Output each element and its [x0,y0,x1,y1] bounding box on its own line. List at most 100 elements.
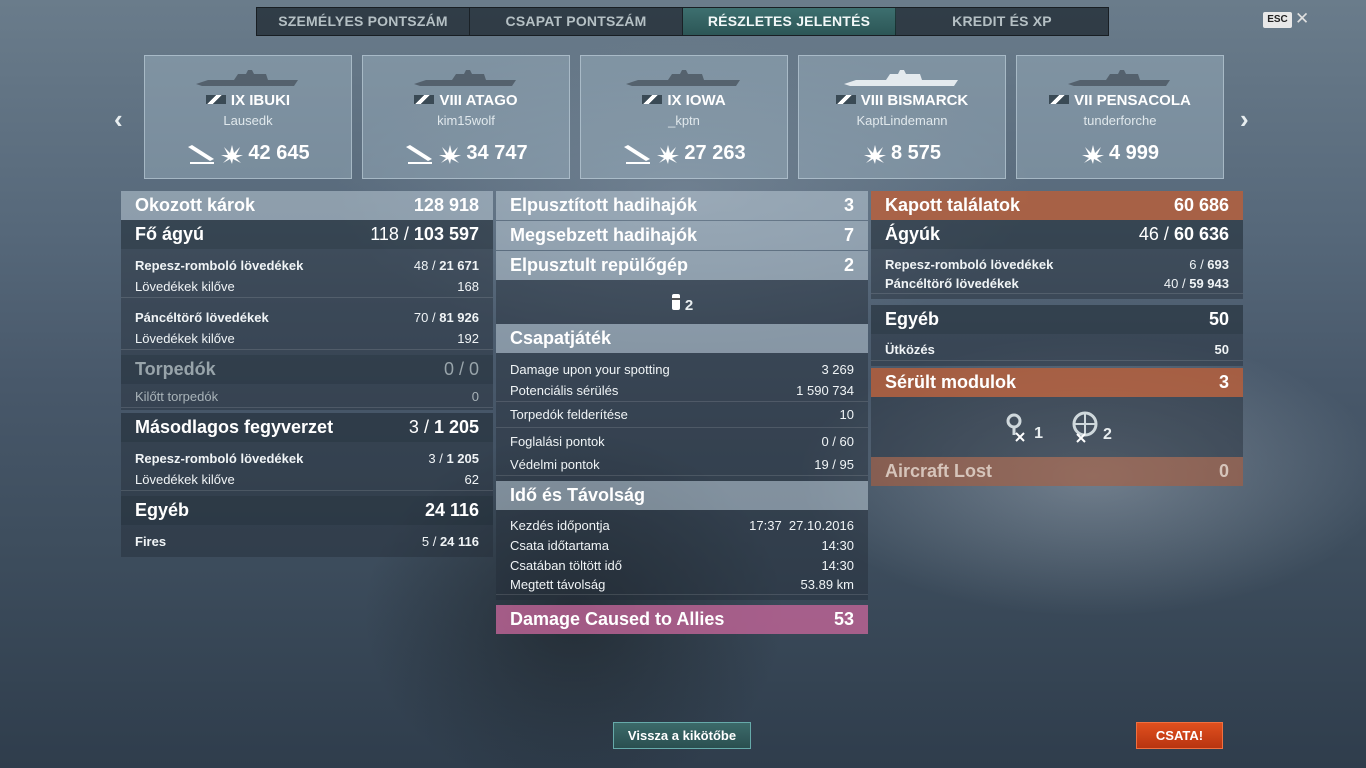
player-name: _kptn [668,113,700,128]
teamplay-header: Csapatjáték [496,324,868,353]
ship-name: VIII ATAGO [363,92,569,109]
battleship-class-icon [835,95,856,104]
tab-detailed-report[interactable]: RÉSZLETES JELENTÉS [683,8,896,35]
ship-damage: 4 999 [1017,142,1223,165]
label: Fő ágyú [135,224,205,244]
secondary-header: Másodlagos fegyverzet 3 / 1 205 [121,413,493,442]
received-panel: Kapott találatok 60 686 Ágyúk 46 / 60 636 … [871,191,1243,486]
battleship-class-icon [642,95,663,104]
planes-icon-row: 2 [496,280,868,324]
esc-key-badge[interactable]: ESC [1263,12,1292,28]
player-name: kim15wolf [437,113,495,128]
time-row: Csatában töltött idő 14:30 [510,557,854,573]
ap-fired-row: Lövedékek kilőve 192 [121,328,493,350]
ship-name: VIII BISMARCK [799,92,1005,109]
received-ap-row: Páncéltörő lövedékek 40 / 59 943 [871,274,1243,294]
torpedoes-fired-row: Kilőtt torpedók 0 [121,386,493,408]
other-breakdown: Fires 5 / 24 116 [121,525,493,557]
he-shells-row: Repesz-romboló lövedékek 48 / 21 671 [135,257,479,273]
teamplay-block: Damage upon your spotting 3 269 Potenciál… [496,353,868,481]
damage-burst-icon [1081,144,1104,164]
team-row: Damage upon your spotting 3 269 [510,361,854,377]
gun-turret-damaged-icon [1072,411,1098,443]
he-fired-row: Lövedékek kilőve 168 [121,276,493,298]
sunk-ship-icon [188,144,215,164]
tab-personal-score[interactable]: SZEMÉLYES PONTSZÁM [257,8,470,35]
tab-team-score[interactable]: CSAPAT PONTSZÁM [470,8,683,35]
ship-damage: 8 575 [799,142,1005,165]
sunk-ship-icon [406,144,433,164]
aircraft-lost-row: Aircraft Lost 0 [871,457,1243,486]
module-damage-item: 2 [1067,410,1112,444]
return-to-port-button[interactable]: Vissza a kikötőbe [613,722,751,749]
ship-silhouette-icon [1068,70,1170,86]
damage-to-allies-row: Damage Caused to Allies 53 [496,605,868,634]
ship-silhouette-icon [844,70,958,86]
received-he-row: Repesz-romboló lövedékek 6 / 693 [885,256,1229,272]
ship-damage: 42 645 [145,142,351,165]
steering-gear-damaged-icon [1006,413,1025,442]
received-other-breakdown: Ütközés 50 [871,334,1243,366]
team-row: Potenciális sérülés 1 590 734 [496,380,868,402]
guns-breakdown: Repesz-romboló lövedékek 6 / 693 Páncéltö… [871,249,1243,299]
torpedoes-header: Torpedók 0 / 0 [121,355,493,384]
team-row: Foglalási pontok 0 / 60 [510,433,854,449]
destroyed-ships-row: Elpusztított hadihajók 3 [496,191,868,220]
battle-button[interactable]: CSATA! [1136,722,1223,749]
damage-dealt-panel: Okozott károk 128 918 Fő ágyú 118 / 103 … [121,191,493,557]
tab-credits-xp[interactable]: KREDIT ÉS XP [896,8,1108,35]
other-damage-header: Egyéb 24 116 [121,496,493,525]
secondary-he-row: Repesz-romboló lövedékek 3 / 1 205 [135,450,479,466]
time-distance-header: Idő és Távolság [496,481,868,510]
main-battery-breakdown: Repesz-romboló lövedékek 48 / 21 671 Löve… [121,249,493,355]
ship-damage: 27 263 [581,142,787,165]
ship-name: IX IBUKI [145,92,351,109]
ship-name: VII PENSACOLA [1017,92,1223,109]
player-name: Lausedk [223,113,273,128]
carousel-next-icon[interactable]: › [1240,104,1249,135]
received-other-header: Egyéb 50 [871,305,1243,334]
team-row: Torpedók felderítése 10 [496,402,868,428]
value: 128 918 [413,195,479,215]
secondary-fired-row: Lövedékek kilőve 62 [121,469,493,491]
received-hits-header: Kapott találatok 60 686 [871,191,1243,220]
cruiser-class-icon [414,95,435,104]
label: Okozott károk [135,195,256,215]
damage-burst-icon [657,144,680,164]
sunk-ship-icon [624,144,651,164]
ship-silhouette-icon [196,70,298,86]
value: 118 / 103 597 [370,224,479,244]
ship-card-4[interactable]: VIII BISMARCK KaptLindemann 8 575 [798,55,1006,179]
time-row: Megtett távolság 53.89 km [496,575,868,595]
carousel-prev-icon[interactable]: ‹ [114,104,123,135]
ship-damage: 34 747 [363,142,569,165]
ship-silhouette-icon [414,70,516,86]
damaged-modules-icons: 1 2 [871,397,1243,457]
planes-destroyed-row: Elpusztult repülőgép 2 [496,251,868,280]
secondary-breakdown: Repesz-romboló lövedékek 3 / 1 205 Lövedé… [121,442,493,496]
damage-burst-icon [439,144,462,164]
fires-row: Fires 5 / 24 116 [135,533,479,549]
module-damage-item: 1 [1002,411,1043,443]
ship-card-5[interactable]: VII PENSACOLA tunderforche 4 999 [1016,55,1224,179]
cruiser-class-icon [205,95,226,104]
ship-card-2[interactable]: VIII ATAGO kim15wolf 34 747 [362,55,570,179]
ship-card-1[interactable]: IX IBUKI Lausedk 42 645 [144,55,352,179]
close-icon[interactable]: ✕ [1295,9,1309,29]
player-name: KaptLindemann [856,113,948,128]
ship-card-3[interactable]: IX IOWA _kptn 27 263 [580,55,788,179]
damage-burst-icon [863,144,886,164]
guns-header: Ágyúk 46 / 60 636 [871,220,1243,249]
ship-silhouette-icon [626,70,740,86]
report-tabs: SZEMÉLYES PONTSZÁM CSAPAT PONTSZÁM RÉSZL… [256,7,1109,36]
aircraft-count: 2 [684,296,694,314]
ap-shells-row: Páncéltörő lövedékek 70 / 81 926 [135,309,479,325]
ship-name: IX IOWA [581,92,787,109]
torpedoes-breakdown: Kilőtt torpedók 0 [121,384,493,410]
results-panel: Elpusztított hadihajók 3 Megsebzett hadih… [496,191,868,634]
ramming-row: Ütközés 50 [871,339,1243,361]
time-row: Csata időtartama 14:30 [510,537,854,553]
time-distance-block: Kezdés időpontja 17:37 27.10.2016 Csata i… [496,510,868,600]
main-battery-header: Fő ágyú 118 / 103 597 [121,220,493,249]
time-row: Kezdés időpontja 17:37 27.10.2016 [510,517,854,533]
